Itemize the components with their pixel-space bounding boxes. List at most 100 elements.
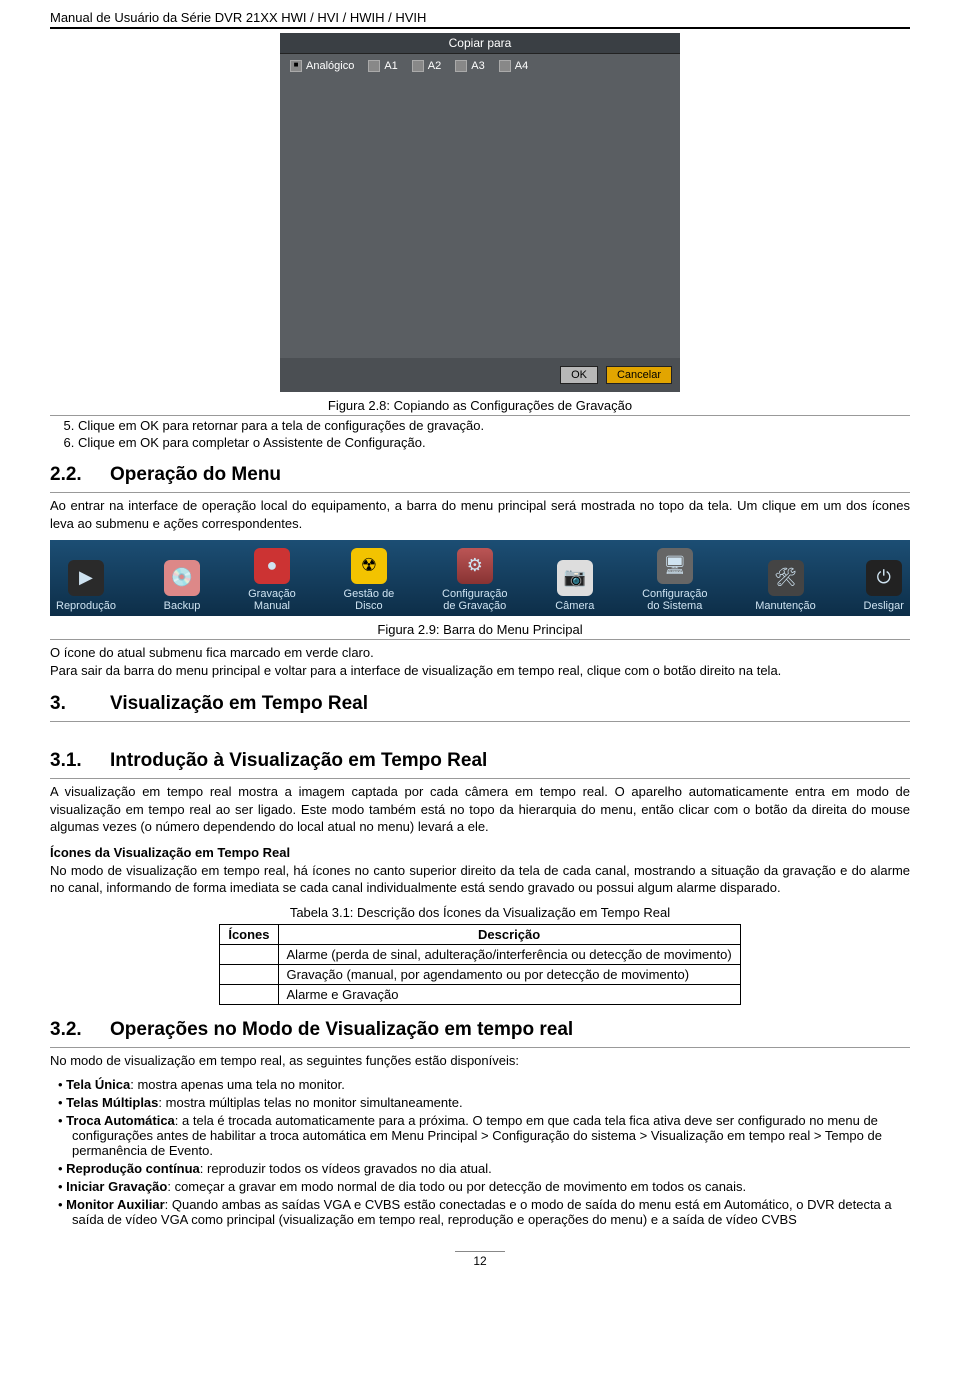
checkbox-label: A4	[515, 60, 528, 72]
post-menu-line-1: O ícone do atual submenu fica marcado em…	[50, 644, 910, 662]
section-3-1-p2: No modo de visualização em tempo real, h…	[50, 862, 910, 897]
table-row: Gravação (manual, por agendamento ou por…	[220, 964, 740, 984]
section-number: 2.2.	[50, 464, 86, 486]
checkbox-icon	[412, 60, 424, 72]
checkbox-label: A3	[471, 60, 484, 72]
feature-desc: : Quando ambas as saídas VGA e CVBS estã…	[72, 1197, 892, 1227]
feature-desc: : mostra apenas uma tela no monitor.	[130, 1077, 345, 1092]
menu-item-config-gravacao[interactable]: ⚙ Configuração de Gravação	[442, 548, 507, 612]
disc-icon: 💿	[164, 560, 200, 596]
play-icon: ▶	[68, 560, 104, 596]
checkbox-icon	[290, 60, 302, 72]
section-number: 3.1.	[50, 750, 86, 772]
menu-label: Gestão de Disco	[344, 588, 395, 612]
list-item: Iniciar Gravação: começar a gravar em mo…	[58, 1179, 910, 1194]
section-number: 3.2.	[50, 1019, 86, 1041]
table-row: Alarme e Gravação	[220, 984, 740, 1004]
feature-desc: : mostra múltiplas telas no monitor simu…	[158, 1095, 462, 1110]
table-row: Alarme (perda de sinal, adulteração/inte…	[220, 944, 740, 964]
list-item: Tela Única: mostra apenas uma tela no mo…	[58, 1077, 910, 1092]
feature-desc: : a tela é trocada automaticamente para …	[72, 1113, 882, 1158]
feature-list: Tela Única: mostra apenas uma tela no mo…	[58, 1077, 910, 1227]
feature-desc: : reproduzir todos os vídeos gravados no…	[200, 1161, 492, 1176]
section-title: Operação do Menu	[110, 464, 281, 486]
section-3-2-intro: No modo de visualização em tempo real, a…	[50, 1052, 910, 1070]
section-title: Operações no Modo de Visualização em tem…	[110, 1019, 573, 1041]
checkbox-icon	[455, 60, 467, 72]
icons-table: Ícones Descrição Alarme (perda de sinal,…	[219, 924, 740, 1005]
section-title: Visualização em Tempo Real	[110, 693, 368, 715]
power-icon: ⏻	[866, 560, 902, 596]
checkbox-a3[interactable]: A3	[455, 60, 484, 72]
feature-name: Monitor Auxiliar	[66, 1197, 164, 1212]
section-3-1-heading: 3.1. Introdução à Visualização em Tempo …	[50, 750, 910, 772]
list-item: Monitor Auxiliar: Quando ambas as saídas…	[58, 1197, 910, 1227]
section-2-2-body: Ao entrar na interface de operação local…	[50, 497, 910, 532]
section-3-1-p1: A visualização em tempo real mostra a im…	[50, 783, 910, 836]
dialog-channel-row: Analógico A1 A2 A3 A4	[280, 54, 680, 78]
menu-label: Configuração do Sistema	[642, 588, 707, 612]
divider	[50, 492, 910, 493]
step-5: Clique em OK para retornar para a tela d…	[78, 418, 910, 433]
step-list: Clique em OK para retornar para a tela d…	[78, 418, 910, 450]
gear-icon: ⚙	[457, 548, 493, 584]
feature-name: Iniciar Gravação	[66, 1179, 167, 1194]
menu-label: Manutenção	[755, 600, 816, 612]
feature-desc: : começar a gravar em modo normal de dia…	[167, 1179, 746, 1194]
menu-item-camera[interactable]: 📷 Câmera	[555, 560, 594, 612]
menu-item-gravacao-manual[interactable]: ●Gravação Manual	[248, 548, 296, 612]
section-3-2-heading: 3.2. Operações no Modo de Visualização e…	[50, 1019, 910, 1041]
table-cell-desc: Alarme e Gravação	[278, 984, 740, 1004]
checkbox-label: A1	[384, 60, 397, 72]
list-item: Telas Múltiplas: mostra múltiplas telas …	[58, 1095, 910, 1110]
section-number: 3.	[50, 693, 86, 715]
section-title: Introdução à Visualização em Tempo Real	[110, 750, 487, 772]
checkbox-label: A2	[428, 60, 441, 72]
cancel-button[interactable]: Cancelar	[606, 366, 672, 384]
main-menu-bar: ▶ Reprodução 💿 Backup ●Gravação Manual ☢ Ge…	[50, 540, 910, 616]
menu-item-config-sistema[interactable]: 🖥 Configuração do Sistema	[642, 548, 707, 612]
menu-item-reproducao[interactable]: ▶ Reprodução	[56, 560, 116, 612]
menu-item-backup[interactable]: 💿 Backup	[164, 560, 201, 612]
menu-item-desligar[interactable]: ⏻ Desligar	[864, 560, 904, 612]
divider	[50, 639, 910, 640]
checkbox-icon	[499, 60, 511, 72]
wrench-icon: 🛠	[768, 560, 804, 596]
checkbox-a2[interactable]: A2	[412, 60, 441, 72]
list-item: Reprodução contínua: reproduzir todos os…	[58, 1161, 910, 1176]
table-cell-desc: Gravação (manual, por agendamento ou por…	[278, 964, 740, 984]
menu-label: Câmera	[555, 600, 594, 612]
system-icon: 🖥	[657, 548, 693, 584]
feature-name: Telas Múltiplas	[66, 1095, 158, 1110]
checkbox-icon	[368, 60, 380, 72]
menu-label: Desligar	[864, 600, 904, 612]
table-cell-icon	[220, 964, 278, 984]
divider	[50, 721, 910, 722]
ok-button[interactable]: OK	[560, 366, 598, 384]
checkbox-a1[interactable]: A1	[368, 60, 397, 72]
menu-label: Backup	[164, 600, 201, 612]
copy-dialog: Copiar para Analógico A1 A2 A3 A4 OK Can…	[280, 33, 680, 392]
feature-name: Reprodução contínua	[66, 1161, 200, 1176]
figure-caption-28: Figura 2.8: Copiando as Configurações de…	[50, 398, 910, 413]
menu-item-manutencao[interactable]: 🛠 Manutenção	[755, 560, 816, 612]
figure-caption-29: Figura 2.9: Barra do Menu Principal	[50, 622, 910, 637]
table-cell-icon	[220, 984, 278, 1004]
list-item: Troca Automática: a tela é trocada autom…	[58, 1113, 910, 1158]
camera-icon: 📷	[557, 560, 593, 596]
checkbox-analog[interactable]: Analógico	[290, 60, 354, 72]
divider	[50, 778, 910, 779]
divider	[50, 1047, 910, 1048]
doc-header: Manual de Usuário da Série DVR 21XX HWI …	[50, 10, 910, 29]
disk-icon: ☢	[351, 548, 387, 584]
table-cell-desc: Alarme (perda de sinal, adulteração/inte…	[278, 944, 740, 964]
menu-item-gestao-disco[interactable]: ☢ Gestão de Disco	[344, 548, 395, 612]
menu-label: Reprodução	[56, 600, 116, 612]
table-caption-31: Tabela 3.1: Descrição dos Ícones da Visu…	[50, 905, 910, 920]
section-3-heading: 3. Visualização em Tempo Real	[50, 693, 910, 715]
checkbox-a4[interactable]: A4	[499, 60, 528, 72]
menu-label: Configuração de Gravação	[442, 588, 507, 612]
table-header-row: Ícones Descrição	[220, 924, 740, 944]
table-header-desc: Descrição	[278, 924, 740, 944]
section-2-2-heading: 2.2. Operação do Menu	[50, 464, 910, 486]
